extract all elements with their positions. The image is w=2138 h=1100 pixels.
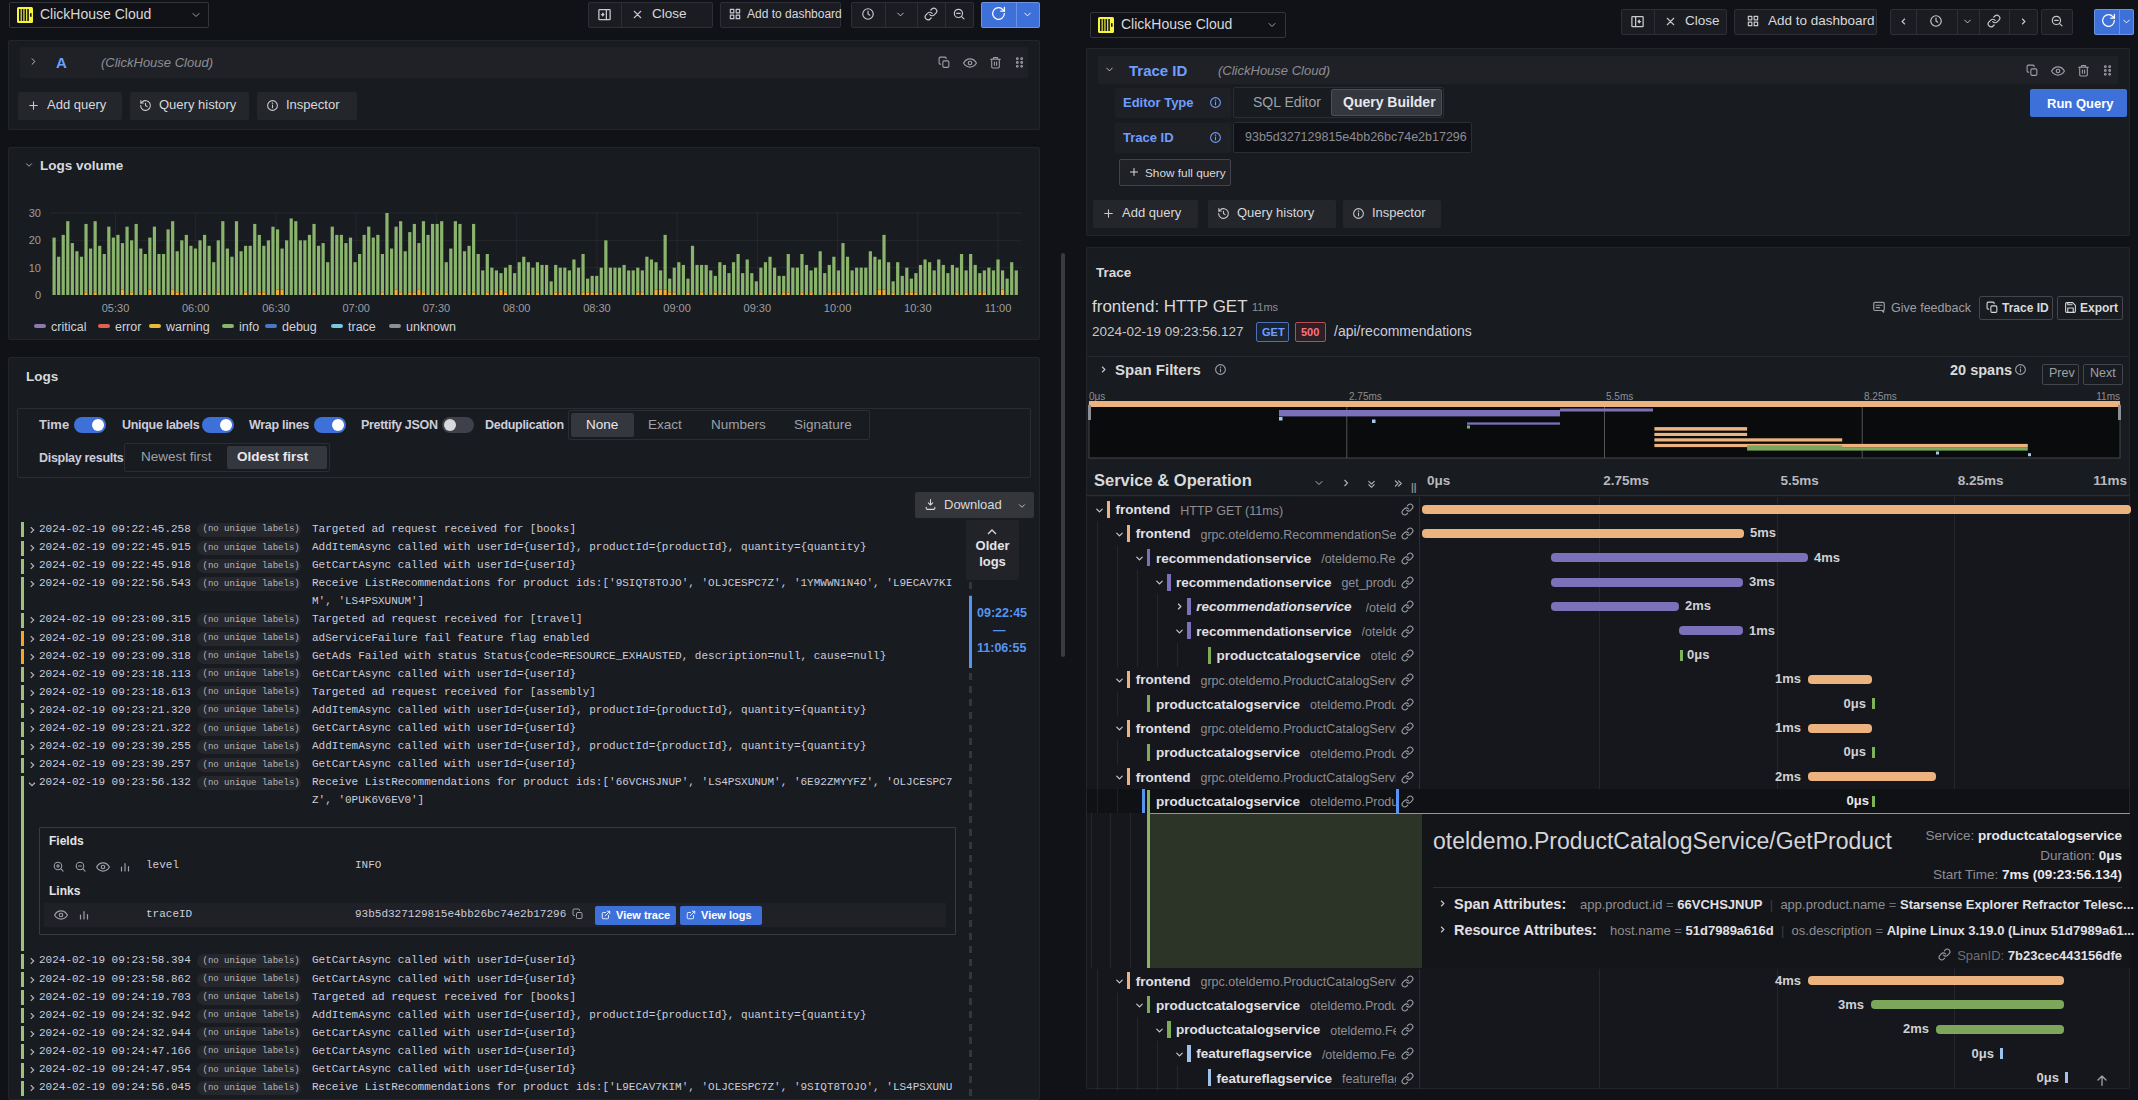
svg-text:5.5ms: 5.5ms xyxy=(1606,391,1633,402)
svg-text:0μs: 0μs xyxy=(1089,391,1105,402)
svg-text:8.25ms: 8.25ms xyxy=(1864,391,1897,402)
svg-text:11ms: 11ms xyxy=(2096,391,2120,402)
svg-text:2.75ms: 2.75ms xyxy=(1349,391,1382,402)
